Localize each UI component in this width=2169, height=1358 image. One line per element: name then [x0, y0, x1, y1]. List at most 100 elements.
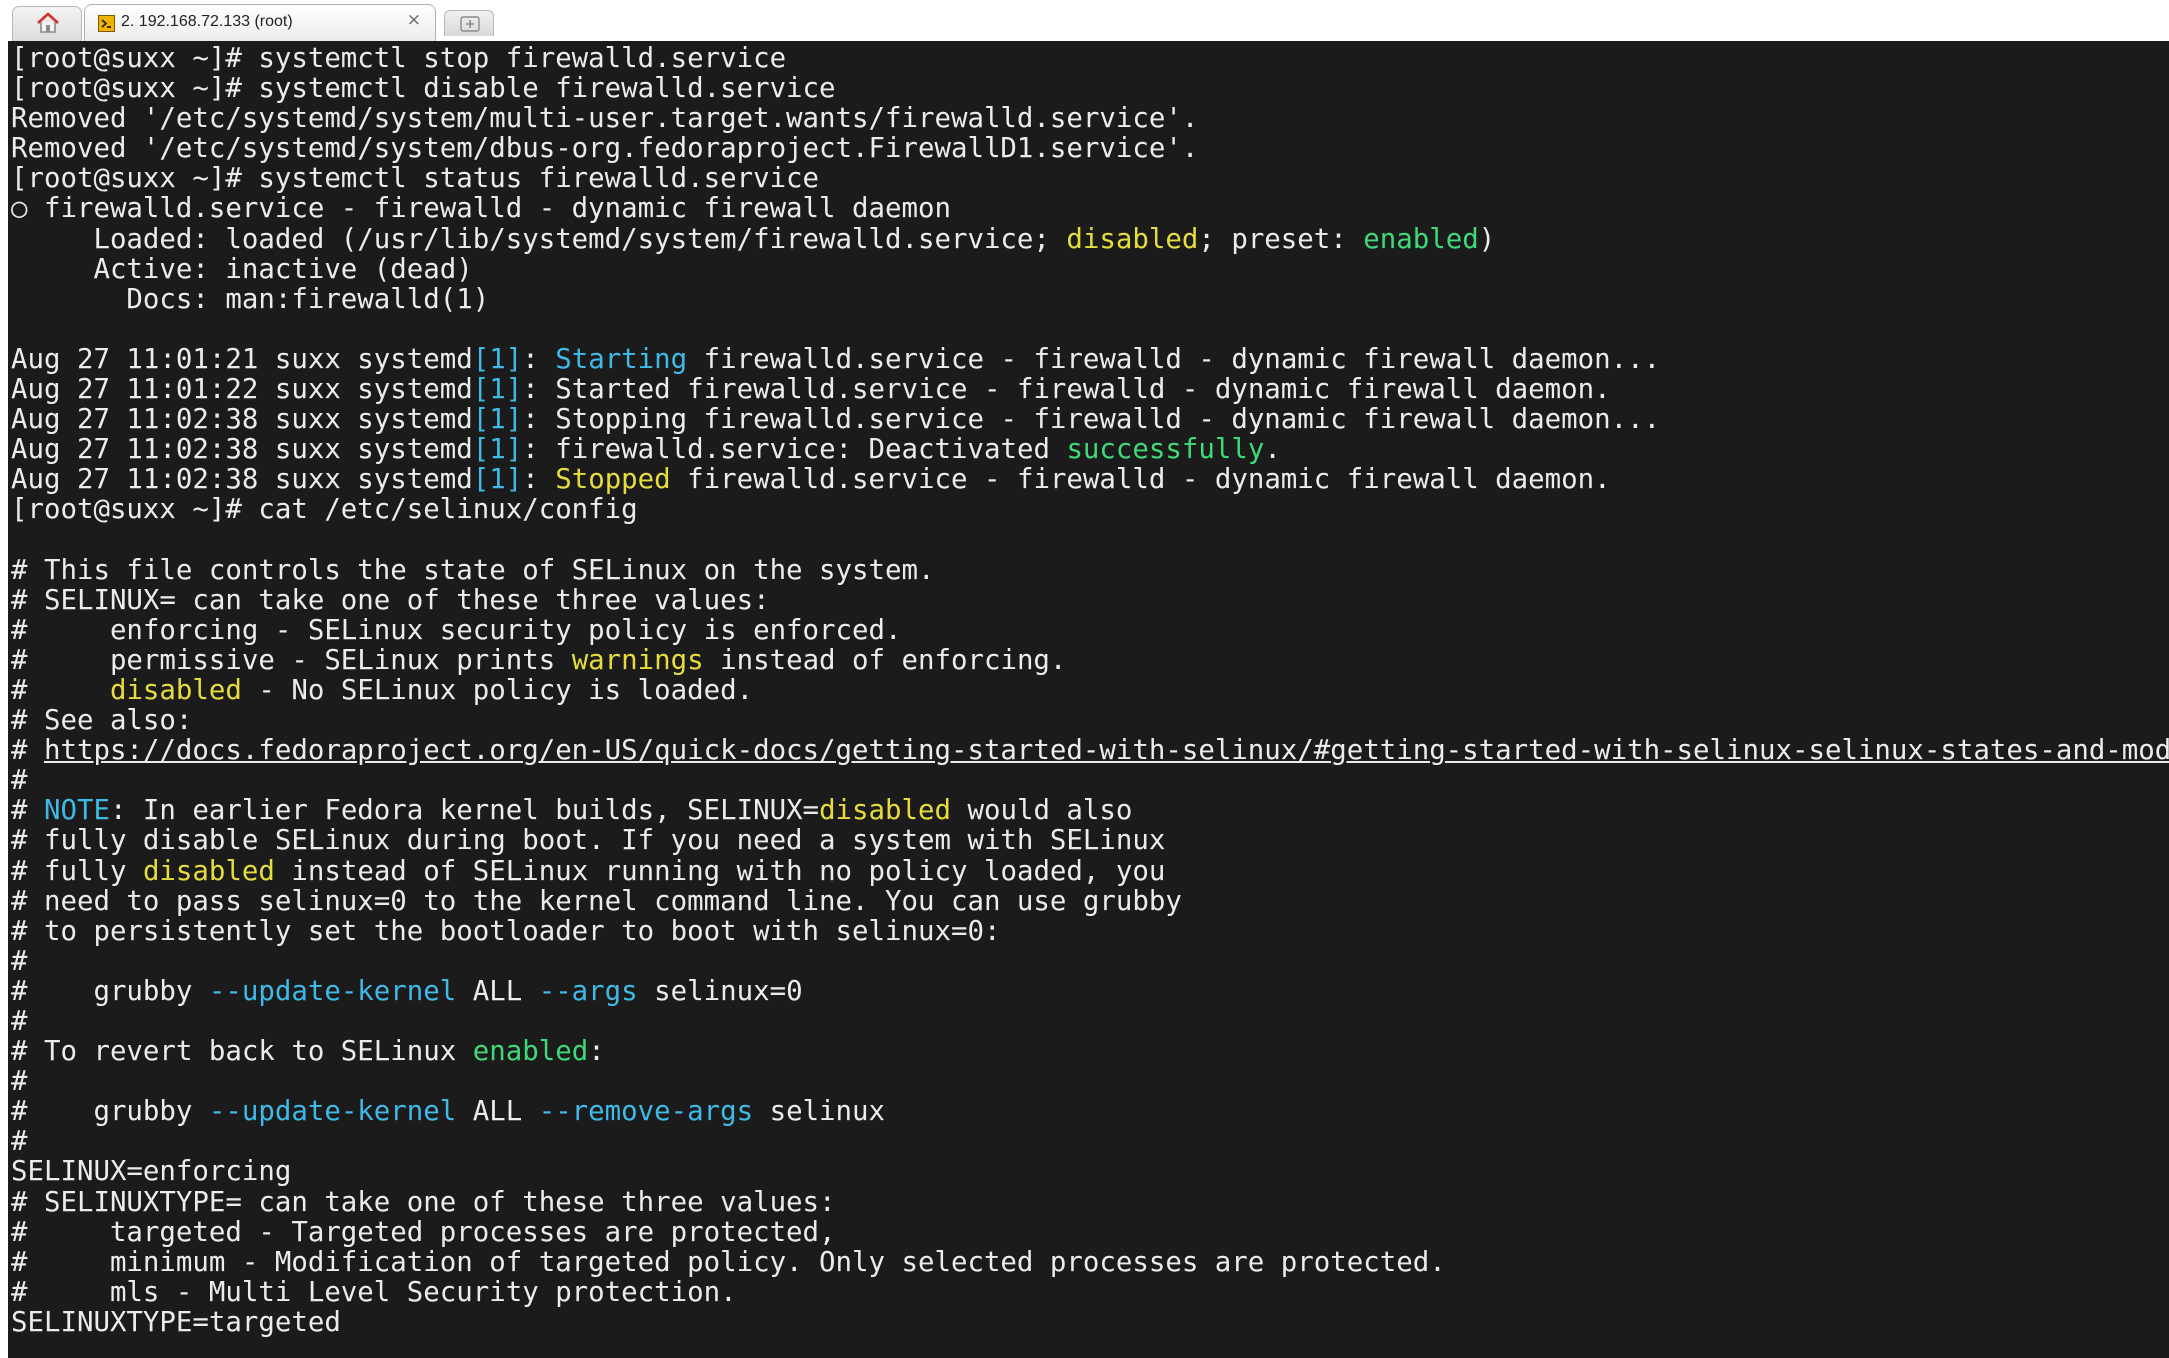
terminal-text-segment: # minimum - Modification of targeted pol…: [11, 1246, 1446, 1278]
terminal-text-segment: instead of SELinux running with no polic…: [274, 855, 1166, 887]
terminal-text-segment: [1]: [472, 404, 523, 436]
terminal-text-segment: # grubby: [11, 975, 209, 1007]
terminal-link[interactable]: https://docs.fedoraproject.org/en-US/qui…: [44, 735, 2169, 766]
terminal-line: # fully disable SELinux during boot. If …: [11, 826, 2169, 856]
terminal-line: # SELINUX= can take one of these three v…: [11, 584, 2169, 616]
terminal-text-segment: Aug 27 11:02:38 suxx systemd: [11, 464, 473, 496]
terminal-text-segment: Starting: [555, 343, 688, 375]
terminal-line: [root@suxx ~]# systemctl status firewall…: [11, 164, 2169, 194]
terminal-text-segment: [1]: [472, 343, 523, 375]
terminal-line: # need to pass selinux=0 to the kernel c…: [11, 886, 2169, 917]
terminal-output[interactable]: [root@suxx ~]# systemctl stop firewalld.…: [0, 41, 2169, 1358]
terminal-text-segment: #: [11, 1006, 28, 1037]
terminal-text-segment: # to persistently set the bootloader to …: [11, 915, 1001, 947]
terminal-line: # https://docs.fedoraproject.org/en-US/q…: [11, 736, 2169, 766]
terminal-text-segment: --remove-args: [538, 1096, 754, 1128]
terminal-text: [root@suxx ~]# systemctl stop firewalld.…: [11, 43, 2169, 1338]
terminal-text-segment: : Stopping firewalld.service - firewalld…: [522, 404, 1661, 436]
terminal-text-segment: # fully disable SELinux during boot. If …: [11, 825, 1166, 857]
terminal-text-segment: firewalld.service - firewalld - dynamic …: [670, 464, 1611, 496]
terminal-text-segment: # mls - Multi Level Security protection.: [11, 1276, 737, 1308]
terminal-text-segment: : In earlier Fedora kernel builds, SELIN…: [109, 795, 820, 827]
terminal-line: # fully disabled instead of SELinux runn…: [11, 855, 2169, 887]
add-tab-icon: [460, 16, 480, 32]
terminal-text-segment: # SELINUX= can take one of these three v…: [11, 584, 770, 616]
terminal-text-segment: warnings: [571, 644, 704, 676]
terminal-text-segment: # This file controls the state of SELinu…: [11, 554, 935, 586]
terminal-text-segment: enabled: [472, 1036, 589, 1068]
terminal-text-segment: ; preset:: [1198, 223, 1364, 255]
terminal-text-segment: #: [11, 795, 44, 827]
terminal-text-segment: --update-kernel: [208, 1096, 457, 1128]
terminal-text-segment: disabled: [819, 795, 951, 827]
terminal-text-segment: # SELINUXTYPE= can take one of these thr…: [11, 1186, 836, 1218]
terminal-line: SELINUX=enforcing: [11, 1157, 2169, 1187]
terminal-text-segment: # See also:: [11, 705, 193, 737]
terminal-text-segment: ): [1478, 223, 1496, 255]
terminal-text-segment: .: [1264, 434, 1281, 466]
terminal-text-segment: Loaded: loaded (/usr/lib/systemd/system/…: [11, 223, 1067, 255]
terminal-line: # permissive - SELinux prints warnings i…: [11, 644, 2169, 676]
terminal-text-segment: # grubby: [11, 1096, 209, 1128]
tab-title: 2. 192.168.72.133 (root): [121, 13, 293, 30]
terminal-text-segment: firewalld.service - firewalld - dynamic …: [687, 343, 1661, 375]
new-tab-button[interactable]: [444, 10, 494, 36]
terminal-text-segment: #: [11, 765, 28, 797]
terminal-text-segment: # To revert back to SELinux: [11, 1036, 473, 1068]
terminal-line: # targeted - Targeted processes are prot…: [11, 1217, 2169, 1248]
terminal-text-segment: [root@suxx ~]# cat /etc/selinux/config: [11, 494, 638, 526]
terminal-line: ○ firewalld.service - firewalld - dynami…: [11, 194, 2169, 224]
terminal-line: #: [11, 945, 2169, 977]
terminal-text-segment: would also: [951, 795, 1133, 827]
terminal-line: Docs: man:firewalld(1): [11, 284, 2169, 315]
terminal-text-segment: # fully: [11, 855, 143, 887]
terminal-text-segment: Stopped: [555, 464, 671, 496]
terminal-line: # to persistently set the bootloader to …: [11, 915, 2169, 947]
close-tab-icon[interactable]: ×: [407, 10, 421, 30]
terminal-text-segment: : Started firewalld.service - firewalld …: [522, 374, 1611, 406]
terminal-text-segment: SELINUXTYPE=targeted: [11, 1306, 341, 1338]
terminal-text-segment: #: [11, 735, 44, 767]
terminal-text-segment: :: [522, 343, 556, 375]
terminal-text-segment: SELINUX=enforcing: [11, 1156, 292, 1188]
terminal-line: # This file controls the state of SELinu…: [11, 554, 2169, 586]
terminal-text-segment: [root@suxx ~]# systemctl status firewall…: [11, 163, 820, 195]
tab-session[interactable]: 2. 192.168.72.133 (root) ×: [84, 4, 436, 41]
terminal-text-segment: Removed '/etc/systemd/system/dbus-org.fe…: [11, 133, 1199, 165]
terminal-text-segment: Aug 27 11:01:21 suxx systemd: [11, 343, 473, 375]
terminal-line: #: [11, 1006, 2169, 1037]
terminal-line: # grubby --update-kernel ALL --args seli…: [11, 975, 2169, 1007]
terminal-text-segment: selinux: [753, 1096, 886, 1128]
terminal-text-segment: :: [588, 1036, 605, 1068]
terminal-text-segment: enabled: [1363, 223, 1479, 255]
terminal-line: [root@suxx ~]# systemctl stop firewalld.…: [11, 43, 2169, 74]
terminal-text-segment: disabled: [142, 855, 275, 887]
terminal-text-segment: [root@suxx ~]# systemctl disable firewal…: [11, 73, 836, 105]
terminal-line: #: [11, 766, 2169, 796]
terminal-text-segment: [1]: [472, 434, 523, 466]
terminal-text-segment: Aug 27 11:02:38 suxx systemd: [11, 404, 473, 436]
terminal-text-segment: #: [11, 1126, 28, 1158]
terminal-text-segment: ALL: [456, 975, 539, 1007]
terminal-text-segment: Aug 27 11:01:22 suxx systemd: [11, 374, 473, 406]
terminal-line: [root@suxx ~]# systemctl disable firewal…: [11, 74, 2169, 104]
terminal-line: Aug 27 11:01:21 suxx systemd[1]: Startin…: [11, 343, 2169, 375]
home-tab[interactable]: [12, 6, 82, 41]
terminal-line: Aug 27 11:02:38 suxx systemd[1]: Stoppin…: [11, 405, 2169, 435]
terminal-line: # NOTE: In earlier Fedora kernel builds,…: [11, 796, 2169, 826]
terminal-text-segment: selinux=0: [637, 975, 803, 1007]
terminal-line: # enforcing - SELinux security policy is…: [11, 615, 2169, 646]
terminal-line: Removed '/etc/systemd/system/multi-user.…: [11, 104, 2169, 134]
terminal-text-segment: - No SELinux policy is loaded.: [241, 674, 754, 706]
terminal-text-segment: --update-kernel: [208, 975, 457, 1007]
terminal-line: Aug 27 11:02:38 suxx systemd[1]: Stopped…: [11, 465, 2169, 495]
terminal-text-segment: #: [11, 945, 28, 977]
terminal-text-segment: --args: [538, 975, 638, 1007]
window-edge: [0, 41, 8, 1358]
terminal-text-segment: instead of enforcing.: [703, 644, 1067, 676]
terminal-text-segment: [1]: [472, 374, 523, 406]
terminal-line: Aug 27 11:01:22 suxx systemd[1]: Started…: [11, 374, 2169, 406]
terminal-text-segment: ALL: [456, 1096, 539, 1128]
